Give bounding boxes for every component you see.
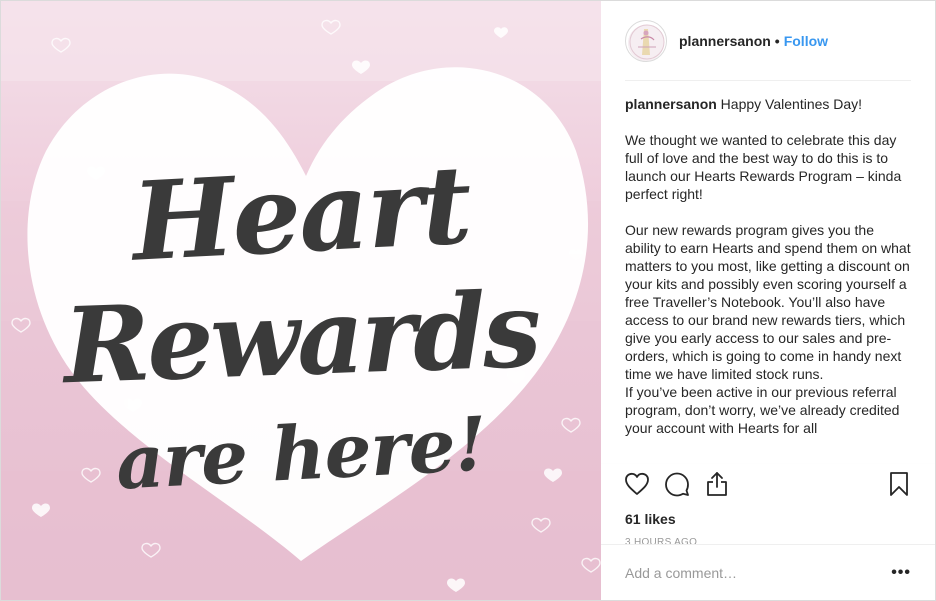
- likes-count[interactable]: 61 likes: [601, 503, 935, 527]
- header-username[interactable]: plannersanon: [679, 33, 771, 49]
- heart-icon: [625, 472, 649, 495]
- caption-username[interactable]: plannersanon: [625, 96, 717, 112]
- action-bar: [601, 463, 935, 503]
- more-options-icon[interactable]: •••: [891, 564, 911, 582]
- caption: plannersanon Happy Valentines Day! We th…: [601, 81, 935, 463]
- like-button[interactable]: [617, 464, 657, 504]
- comment-button[interactable]: [657, 464, 697, 504]
- post-side-panel: plannersanon • Follow plannersanon Happy…: [601, 1, 935, 600]
- caption-text: plannersanon Happy Valentines Day! We th…: [625, 95, 911, 437]
- header-separator: •: [774, 32, 780, 49]
- post-header: plannersanon • Follow: [601, 1, 935, 80]
- caption-fade: [601, 449, 935, 465]
- image-text-line-2: Rewards: [61, 267, 541, 408]
- caption-body: Happy Valentines Day! We thought we want…: [625, 96, 911, 436]
- avatar-image-icon: [629, 24, 665, 59]
- comment-icon: [665, 472, 689, 496]
- bookmark-icon: [890, 471, 908, 496]
- comment-bar: •••: [601, 544, 935, 600]
- post-image[interactable]: Heart Rewards are here!: [1, 1, 601, 600]
- share-button[interactable]: [697, 464, 737, 504]
- follow-button[interactable]: Follow: [784, 33, 828, 49]
- post: Heart Rewards are here! plannersanon • F…: [0, 0, 936, 601]
- share-icon: [707, 471, 727, 496]
- avatar[interactable]: [625, 19, 667, 62]
- save-button[interactable]: [879, 464, 919, 504]
- comment-input[interactable]: [625, 564, 892, 581]
